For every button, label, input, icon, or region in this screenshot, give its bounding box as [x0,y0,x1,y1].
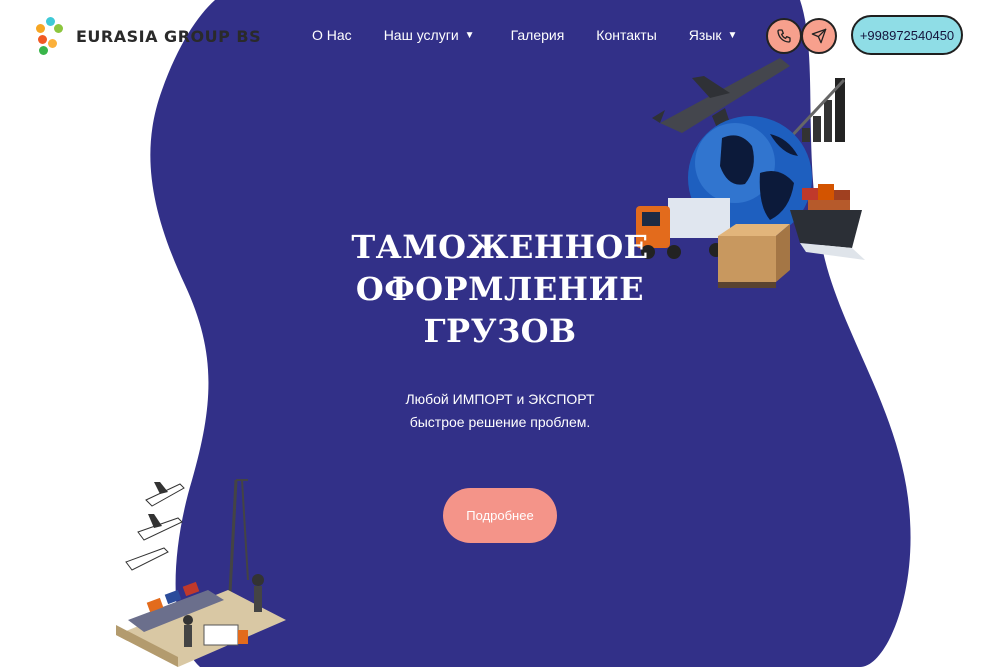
small-airplane-icon [125,482,185,571]
logo-text: EURASIA GROUP BS [76,26,262,46]
hero-title-line: ГРУЗОВ [423,312,577,350]
brand-logo[interactable]: EURASIA GROUP BS [36,17,261,55]
logistics-illustration [636,58,865,288]
nav-item-services[interactable]: Наш услуги ▼ [384,27,475,43]
hero-subtitle-line: быстрое решение проблем. [409,414,591,430]
nav-item-gallery[interactable]: Галерия [511,27,565,43]
hero-title: ТАМОЖЕННОЕ ОФОРМЛЕНИЕ ГРУЗОВ [350,226,650,352]
port-dock-icon [116,574,286,667]
port-illustration [116,479,286,667]
hero-title-line: ОФОРМЛЕНИЕ [355,270,645,308]
nav-item-services-label: Наш услуги [383,27,459,43]
logo-hexagon-icon [36,17,66,55]
hero-subtitle-line: Любой ИМПОРТ и ЭКСПОРТ [405,391,595,407]
hero-title-line: ТАМОЖЕННОЕ [351,228,649,266]
hero-subtitle: Любой ИМПОРТ и ЭКСПОРТ быстрое решение п… [360,388,640,434]
more-details-button[interactable]: Подробнее [443,488,557,543]
truck-icon [636,198,730,259]
nav-item-about[interactable]: О Нас [312,27,352,43]
caret-down-icon: ▼ [464,29,475,41]
growth-chart-icon [786,78,846,142]
cargo-boxes-icon [718,224,790,288]
